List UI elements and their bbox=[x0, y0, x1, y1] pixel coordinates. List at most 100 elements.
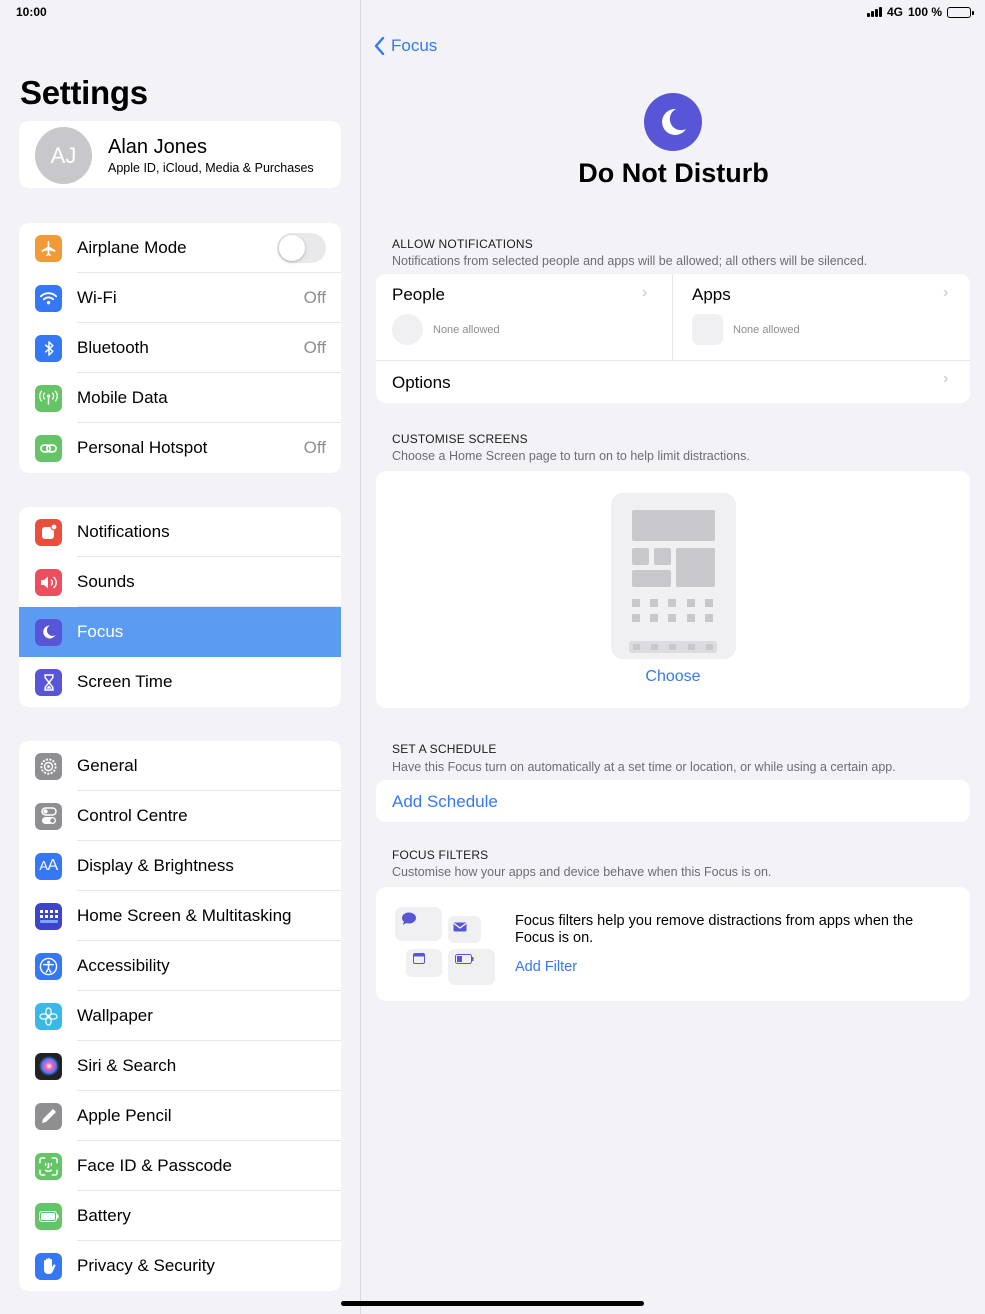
sidebar-item-focus[interactable]: Focus bbox=[19, 607, 341, 657]
battery-icon bbox=[35, 1202, 62, 1230]
sidebar-item-value: Off bbox=[303, 438, 326, 457]
notifications-icon bbox=[35, 518, 62, 546]
sidebar-title: Settings bbox=[20, 74, 148, 111]
schedule-card: Add Schedule bbox=[376, 780, 970, 822]
battery-mode-icon bbox=[455, 954, 474, 964]
apps-label: Apps bbox=[692, 285, 731, 304]
sidebar-item-label: Sounds bbox=[77, 572, 135, 591]
sidebar-item-face-id-and-passcode[interactable]: Face ID & Passcode bbox=[19, 1141, 341, 1191]
options-row[interactable]: Options › bbox=[376, 360, 970, 403]
add-schedule-button[interactable]: Add Schedule bbox=[392, 792, 498, 812]
sidebar-item-accessibility[interactable]: Accessibility bbox=[19, 941, 341, 991]
person-placeholder-icon bbox=[392, 314, 423, 345]
sidebar-item-label: Focus bbox=[77, 622, 124, 641]
focus-detail-pane: Focus Do Not Disturb ALLOW NOTIFICATIONS… bbox=[362, 0, 985, 1314]
sidebar-item-label: Privacy & Security bbox=[77, 1256, 215, 1275]
chevron-right-icon: › bbox=[642, 284, 648, 301]
accessibility-icon bbox=[35, 952, 62, 980]
settings-group-connectivity: Airplane Mode Wi-Fi Off Bluetooth Off Mobile … bbox=[19, 223, 341, 473]
back-button[interactable]: Focus bbox=[374, 36, 437, 56]
apps-cell[interactable]: Apps › None allowed bbox=[673, 274, 970, 360]
flower-icon bbox=[35, 1002, 62, 1030]
gear-icon bbox=[35, 752, 62, 780]
chevron-right-icon: › bbox=[943, 284, 949, 301]
sidebar-item-bluetooth[interactable]: Bluetooth Off bbox=[19, 323, 341, 373]
options-label: Options bbox=[392, 373, 451, 392]
sidebar-item-label: Notifications bbox=[77, 522, 170, 541]
people-cell[interactable]: People › None allowed bbox=[376, 274, 673, 360]
sidebar-item-general[interactable]: General bbox=[19, 741, 341, 791]
moon-icon bbox=[35, 618, 62, 646]
sidebar-item-privacy-and-security[interactable]: Privacy & Security bbox=[19, 1241, 341, 1291]
sidebar-item-label: Bluetooth bbox=[77, 338, 149, 357]
customise-screens-subtitle: Choose a Home Screen page to turn on to … bbox=[392, 449, 750, 463]
moon-icon bbox=[644, 93, 702, 151]
allow-notifications-card: People › None allowed Apps › None allowe… bbox=[376, 274, 970, 403]
sidebar-item-label: Apple Pencil bbox=[77, 1106, 172, 1125]
sidebar-item-control-centre[interactable]: Control Centre bbox=[19, 791, 341, 841]
focus-filters-card: Focus filters help you remove distractio… bbox=[376, 887, 970, 1001]
sidebar-item-label: Face ID & Passcode bbox=[77, 1156, 232, 1175]
pencil-icon bbox=[35, 1102, 62, 1130]
sidebar-item-label: Personal Hotspot bbox=[77, 438, 208, 457]
sidebar-item-screen-time[interactable]: Screen Time bbox=[19, 657, 341, 707]
airplane-mode-toggle[interactable] bbox=[277, 233, 326, 263]
page-title: Do Not Disturb bbox=[578, 158, 769, 188]
sidebar-item-battery[interactable]: Battery bbox=[19, 1191, 341, 1241]
allow-notifications-subtitle: Notifications from selected people and a… bbox=[392, 254, 868, 268]
switches-icon bbox=[35, 802, 62, 830]
sidebar-item-label: General bbox=[77, 756, 138, 775]
wifi-icon bbox=[35, 284, 62, 312]
sidebar-item-siri-and-search[interactable]: Siri & Search bbox=[19, 1041, 341, 1091]
sidebar-item-mobile-data[interactable]: Mobile Data bbox=[19, 373, 341, 423]
face-id-icon bbox=[35, 1152, 62, 1180]
chevron-left-icon bbox=[374, 37, 385, 55]
sidebar-item-sounds[interactable]: Sounds bbox=[19, 557, 341, 607]
focus-filters-description: Focus filters help you remove distractio… bbox=[515, 913, 914, 946]
home-indicator[interactable] bbox=[341, 1301, 644, 1306]
settings-group-notifications: Notifications Sounds Focus Screen Time bbox=[19, 507, 341, 707]
sidebar-item-label: Wallpaper bbox=[77, 1006, 153, 1025]
sidebar-item-label: Mobile Data bbox=[77, 388, 168, 407]
sidebar-item-wallpaper[interactable]: Wallpaper bbox=[19, 991, 341, 1041]
home-screen-preview[interactable] bbox=[611, 493, 736, 659]
avatar: AJ bbox=[35, 127, 92, 184]
people-label: People bbox=[392, 285, 445, 304]
schedule-subtitle: Have this Focus turn on automatically at… bbox=[392, 760, 896, 774]
sidebar-item-airplane-mode[interactable]: Airplane Mode bbox=[19, 223, 341, 273]
back-label: Focus bbox=[391, 36, 438, 55]
sidebar-item-notifications[interactable]: Notifications bbox=[19, 507, 341, 557]
sidebar-item-label: Display & Brightness bbox=[77, 856, 234, 875]
sidebar-item-label: Control Centre bbox=[77, 806, 188, 825]
hotspot-icon bbox=[35, 434, 62, 462]
app-placeholder-icon bbox=[692, 314, 723, 345]
customise-screens-card: Choose bbox=[376, 471, 970, 708]
sidebar-item-label: Siri & Search bbox=[77, 1056, 177, 1075]
add-filter-button[interactable]: Add Filter bbox=[515, 959, 577, 975]
mail-icon bbox=[453, 922, 467, 932]
calendar-icon bbox=[413, 953, 425, 964]
sidebar-item-label: Battery bbox=[77, 1206, 131, 1225]
sidebar-item-home-screen-and-multitasking[interactable]: Home Screen & Multitasking bbox=[19, 891, 341, 941]
sidebar-item-label: Wi-Fi bbox=[77, 288, 117, 307]
allow-notifications-heading: ALLOW NOTIFICATIONS bbox=[392, 237, 533, 251]
focus-filters-subtitle: Customise how your apps and device behav… bbox=[392, 865, 772, 879]
sidebar-item-value: Off bbox=[303, 288, 326, 307]
text-size-icon: AA bbox=[35, 852, 62, 880]
sidebar-item-wi-fi[interactable]: Wi-Fi Off bbox=[19, 273, 341, 323]
sidebar-item-display-and-brightness[interactable]: AA Display & Brightness bbox=[19, 841, 341, 891]
apple-id-profile[interactable]: AJ Alan Jones Apple ID, iCloud, Media & … bbox=[19, 121, 341, 188]
airplane-icon bbox=[35, 234, 62, 262]
antenna-icon bbox=[35, 384, 62, 412]
hand-icon bbox=[35, 1252, 62, 1280]
sidebar-item-value: Off bbox=[303, 338, 326, 357]
speaker-icon bbox=[35, 568, 62, 596]
sidebar-item-label: Airplane Mode bbox=[77, 238, 187, 257]
sidebar-item-personal-hotspot[interactable]: Personal Hotspot Off bbox=[19, 423, 341, 473]
app-grid-icon bbox=[35, 902, 62, 930]
sidebar-item-apple-pencil[interactable]: Apple Pencil bbox=[19, 1091, 341, 1141]
bluetooth-icon bbox=[35, 334, 62, 362]
settings-sidebar: Settings AJ Alan Jones Apple ID, iCloud,… bbox=[0, 0, 361, 1314]
choose-button[interactable]: Choose bbox=[376, 668, 970, 686]
sidebar-item-label: Accessibility bbox=[77, 956, 170, 975]
